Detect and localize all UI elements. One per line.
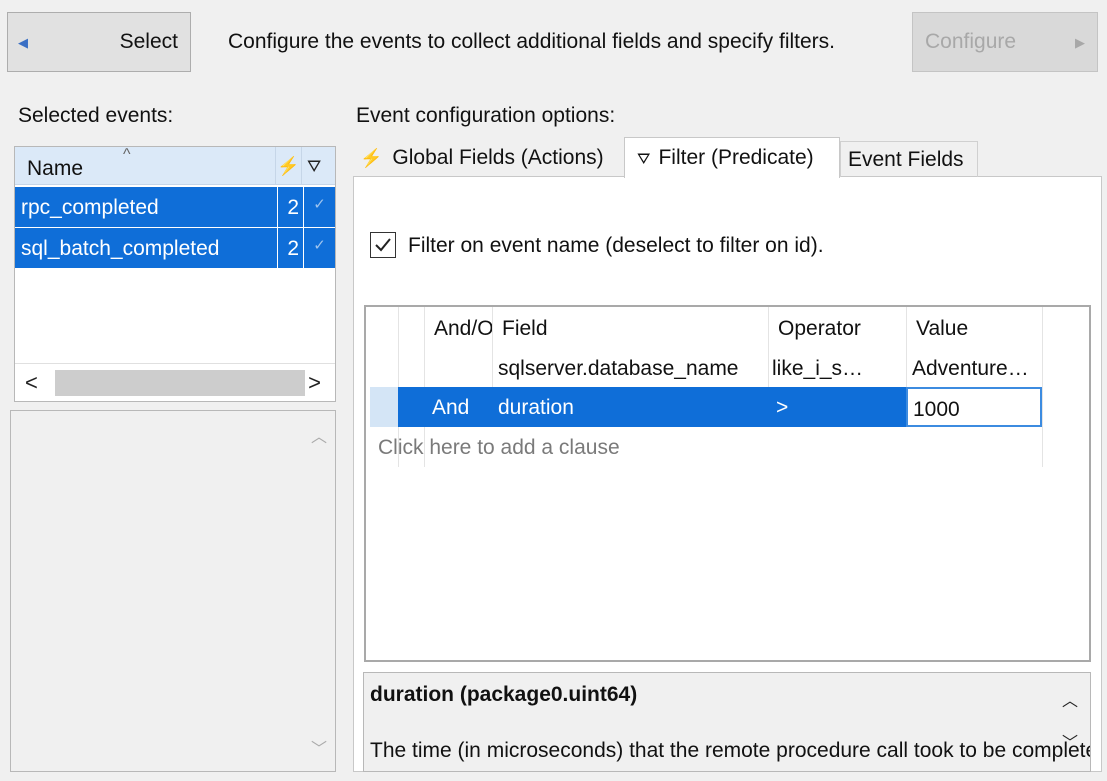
event-name: rpc_completed	[21, 196, 159, 219]
selected-events-label: Selected events:	[18, 104, 174, 127]
event-action-count: 2	[277, 228, 303, 268]
scroll-right-icon[interactable]: >	[308, 370, 321, 396]
row-header-selected[interactable]	[370, 387, 398, 427]
scroll-down-icon[interactable]: ﹀	[311, 735, 327, 759]
bolt-icon: ⚡	[360, 148, 383, 168]
back-arrow-icon: ◀	[18, 35, 28, 50]
clause-field-cell[interactable]: sqlserver.database_name	[498, 357, 766, 381]
clause-value-cell[interactable]: AdventureWorks	[912, 357, 1038, 381]
events-horizontal-scrollbar[interactable]: < >	[15, 363, 335, 401]
clause-field-cell[interactable]: duration	[498, 396, 766, 420]
event-row-rpc-completed[interactable]: rpc_completed 2 ✓	[15, 187, 335, 227]
operator-column-header[interactable]: Operator	[778, 317, 902, 341]
scroll-left-icon[interactable]: <	[25, 370, 38, 396]
scroll-down-icon[interactable]: ﹀	[1062, 729, 1078, 753]
select-button[interactable]: ◀ Select	[7, 12, 191, 72]
select-button-label: Select	[119, 30, 178, 53]
column-divider	[275, 147, 276, 185]
tab-global-fields-label: Global Fields (Actions)	[392, 146, 604, 169]
event-filter-check: ✓	[303, 228, 335, 268]
filter-column-funnel-icon: ⛛	[307, 157, 322, 176]
tab-event-fields-label: Event Fields	[848, 148, 964, 171]
andor-column-header[interactable]: And/Or	[434, 317, 492, 341]
event-name: sql_batch_completed	[21, 237, 220, 260]
filter-on-event-name-label: Filter on event name (deselect to filter…	[408, 234, 824, 257]
tab-filter-label: Filter (Predicate)	[658, 146, 814, 169]
filter-on-event-name-checkbox[interactable]	[370, 232, 396, 258]
field-description-title: duration (package0.uint64)	[370, 683, 638, 706]
instruction-text: Configure the events to collect addition…	[228, 30, 836, 53]
field-column-header[interactable]: Field	[502, 317, 762, 341]
events-list-header: Name ^ ⚡ ⛛	[15, 146, 335, 185]
value-column-header[interactable]: Value	[916, 317, 1040, 341]
event-filter-check: ✓	[303, 187, 335, 227]
column-divider	[301, 147, 302, 185]
wizard-toolbar: ◀ Select Configure the events to collect…	[0, 0, 1107, 86]
grid-line	[1042, 307, 1043, 467]
event-row-sql-batch-completed[interactable]: sql_batch_completed 2 ✓	[15, 228, 335, 268]
sort-ascending-icon: ^	[123, 146, 131, 163]
tab-event-fields[interactable]: Event Fields	[840, 141, 978, 177]
name-column-header[interactable]: Name	[27, 157, 83, 181]
event-action-count: 2	[277, 187, 303, 227]
configure-button-label: Configure	[925, 30, 1017, 53]
tab-filter-predicate[interactable]: ⛛ Filter (Predicate)	[624, 137, 840, 178]
clause-operator-cell[interactable]: like_i_sql_unicode_string	[772, 357, 870, 381]
scroll-up-icon[interactable]: ︿	[1062, 687, 1078, 711]
add-clause-row[interactable]: Click here to add a clause	[378, 436, 620, 460]
clause-andor-cell[interactable]: And	[432, 396, 490, 420]
funnel-icon: ⛛	[637, 151, 651, 168]
tab-global-fields[interactable]: ⚡ Global Fields (Actions)	[360, 146, 604, 170]
clause-value-input[interactable]	[906, 387, 1042, 427]
actions-column-bolt-icon: ⚡	[277, 156, 300, 176]
clause-operator-cell[interactable]: >	[776, 396, 896, 420]
checkmark-icon	[375, 238, 391, 252]
predicate-grid[interactable]: And/Or Field Operator Value sqlserver.da…	[364, 305, 1091, 662]
event-configuration-label: Event configuration options:	[356, 104, 616, 127]
field-description-text: The time (in microseconds) that the remo…	[370, 739, 1091, 762]
selected-events-list[interactable]: Name ^ ⚡ ⛛ rpc_completed 2 ✓ sql_batch_c…	[14, 146, 336, 402]
forward-arrow-icon: ▶	[1075, 35, 1085, 50]
scrollbar-thumb[interactable]	[55, 370, 305, 396]
scroll-up-icon[interactable]: ︿	[311, 423, 327, 447]
field-description-panel: duration (package0.uint64) The time (in …	[363, 672, 1091, 772]
event-description-panel: ︿ ﹀	[10, 410, 336, 772]
configure-button[interactable]: Configure ▶	[912, 12, 1098, 72]
